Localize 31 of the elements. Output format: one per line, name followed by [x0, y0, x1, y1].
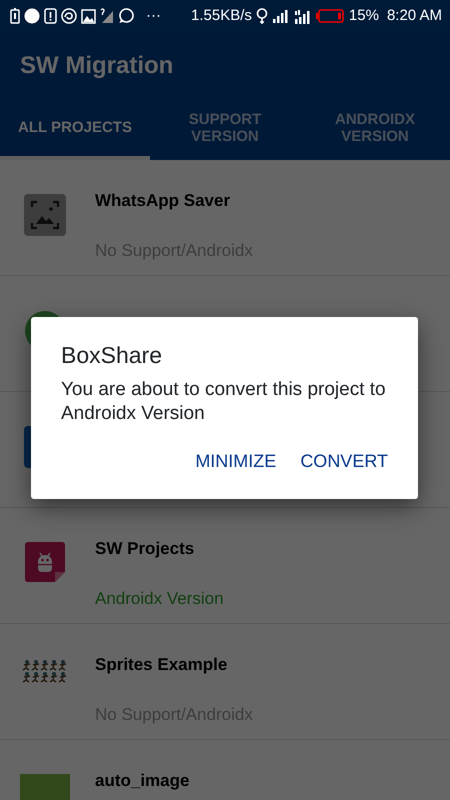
project-title: auto_image: [95, 770, 190, 792]
image-icon: [24, 194, 66, 236]
battery-saver-icon: [10, 8, 20, 24]
battery-percent: 15%: [348, 6, 379, 26]
dialog-message: You are about to convert this project to Androidx Version: [61, 378, 387, 426]
project-status: Androidx Version: [95, 588, 224, 610]
dialog-title: BoxShare: [61, 342, 164, 370]
more-icon: ···: [146, 4, 161, 28]
image-icon: [81, 8, 96, 24]
notification-dot-icon: [24, 8, 40, 24]
android-icon: [25, 542, 65, 582]
swirl-icon: [61, 8, 77, 24]
project-row[interactable]: SW Projects Androidx Version: [0, 508, 450, 624]
no-signal-icon: [100, 8, 114, 24]
tab[interactable]: SUPPORT VERSION: [150, 100, 300, 160]
project-row[interactable]: auto_image: [0, 740, 450, 800]
alert-icon: [44, 8, 57, 24]
dialog-button[interactable]: MINIMIZE: [195, 442, 276, 482]
dialog-button[interactable]: CONVERT: [300, 442, 388, 482]
tab[interactable]: ALL PROJECTS: [0, 100, 150, 160]
app-title: SW Migration: [19, 51, 174, 81]
chat-icon: [118, 8, 134, 24]
signal-icon: [294, 8, 312, 24]
low-battery-icon: [316, 9, 345, 23]
network-speed: 1.55KB/s: [191, 6, 252, 26]
project-title: WhatsApp Saver: [95, 190, 232, 212]
project-title: Sprites Example: [95, 654, 228, 676]
clock: 8:20 AM: [386, 6, 442, 26]
project-title: SW Projects: [95, 538, 196, 560]
signal-icon: [272, 9, 290, 23]
tab[interactable]: ANDROIDX VERSION: [300, 100, 450, 160]
